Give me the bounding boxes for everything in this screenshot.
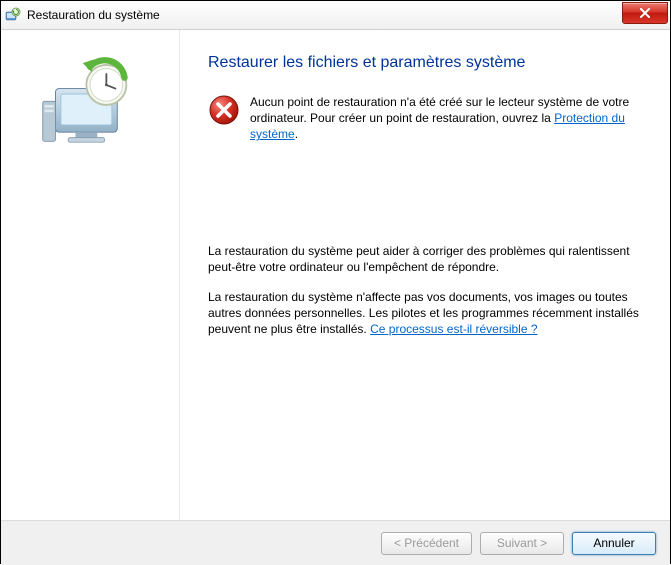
next-button: Suivant > <box>480 532 564 555</box>
back-button: < Précédent <box>381 532 472 555</box>
main-panel: Restaurer les fichiers et paramètres sys… <box>180 30 670 520</box>
system-restore-icon <box>35 54 145 154</box>
window-title: Restauration du système <box>27 8 160 22</box>
page-title: Restaurer les fichiers et paramètres sys… <box>208 54 642 72</box>
error-icon <box>208 94 240 126</box>
error-text: Aucun point de restauration n'a été créé… <box>250 94 642 143</box>
error-text-suffix: . <box>295 127 298 141</box>
cancel-button[interactable]: Annuler <box>572 532 656 555</box>
content-area: Restaurer les fichiers et paramètres sys… <box>1 30 670 520</box>
description-1: La restauration du système peut aider à … <box>208 243 642 275</box>
close-button[interactable] <box>622 2 668 24</box>
error-message: Aucun point de restauration n'a été créé… <box>208 94 642 143</box>
footer: < Précédent Suivant > Annuler <box>1 520 670 565</box>
close-icon <box>639 8 651 18</box>
titlebar: Restauration du système <box>1 1 670 30</box>
description-2: La restauration du système n'affecte pas… <box>208 289 642 338</box>
app-icon <box>5 7 21 23</box>
reversible-link[interactable]: Ce processus est-il réversible ? <box>370 322 537 336</box>
sidebar <box>1 30 180 520</box>
